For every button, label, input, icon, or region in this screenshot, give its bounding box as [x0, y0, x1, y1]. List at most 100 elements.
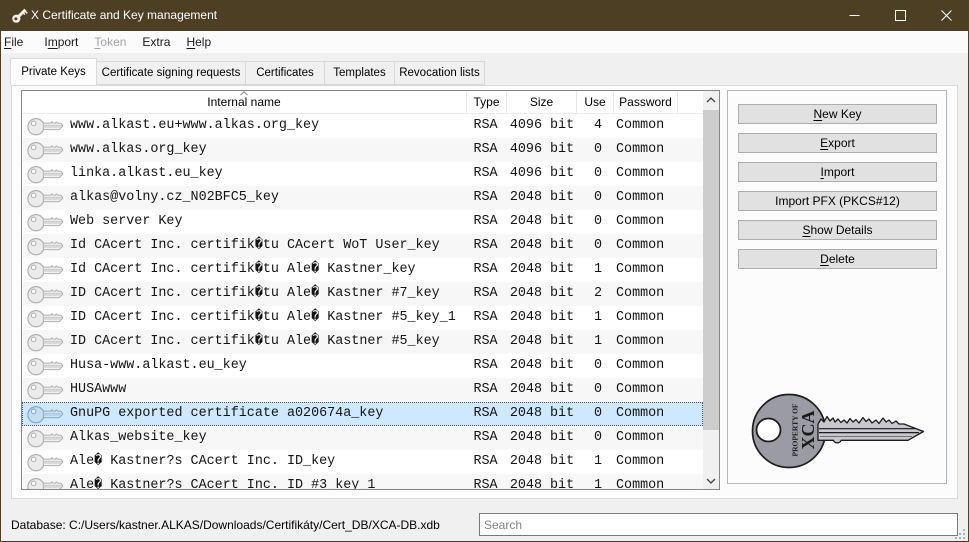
key-name: GnuPG exported certificate a020674a_key — [70, 402, 383, 426]
scroll-up-button[interactable] — [703, 91, 719, 108]
key-password: Common — [614, 330, 678, 354]
column-header-type[interactable]: Type — [467, 91, 507, 113]
key-type: RSA — [467, 162, 507, 186]
search-input[interactable] — [479, 513, 958, 536]
key-password: Common — [614, 402, 678, 426]
key-row[interactable]: Id CAcert Inc. certifik�tu CAcert WoT Us… — [22, 234, 703, 258]
key-row[interactable]: Web server Key RSA 2048 bit 0 Common — [22, 210, 703, 234]
key-type: RSA — [467, 426, 507, 450]
key-type: RSA — [467, 186, 507, 210]
key-name-cell: www.alkast.eu+www.alkas.org_key — [22, 114, 467, 138]
key-row[interactable]: HUSAwww RSA 2048 bit 0 Common — [22, 378, 703, 402]
tab-templates[interactable]: Templates — [324, 61, 395, 85]
key-icon — [26, 332, 64, 352]
tab-revocation-lists[interactable]: Revocation lists — [394, 61, 485, 85]
menu-file[interactable]: File — [1, 31, 36, 53]
key-use-count: 1 — [577, 330, 614, 354]
table-header: Internal name Type Size Use Password — [22, 91, 703, 114]
key-use-count: 0 — [577, 378, 614, 402]
key-row[interactable]: alkas@volny.cz_N02BFC5_key RSA 2048 bit … — [22, 186, 703, 210]
key-name: Ale� Kastner?s CAcert Inc. ID #3_key_1 — [70, 474, 375, 489]
minimize-button[interactable] — [831, 0, 877, 31]
vertical-scrollbar[interactable] — [703, 91, 719, 489]
key-name-cell: Husa-www.alkast.eu_key — [22, 354, 467, 378]
status-bar: Database: C:/Users/kastner.ALKAS/Downloa… — [1, 507, 968, 541]
private-keys-table: Internal name Type Size Use Password www… — [21, 90, 720, 490]
column-header-size[interactable]: Size — [507, 91, 577, 113]
key-size: 2048 bit — [507, 426, 577, 450]
delete-button[interactable]: Delete — [738, 249, 937, 269]
key-use-count: 0 — [577, 186, 614, 210]
maximize-icon — [895, 10, 906, 21]
key-row[interactable]: ID CAcert Inc. certifik�tu Ale� Kastner … — [22, 330, 703, 354]
key-type: RSA — [467, 402, 507, 426]
key-size: 2048 bit — [507, 450, 577, 474]
key-name: Id CAcert Inc. certifik�tu Ale� Kastner_… — [70, 258, 416, 282]
column-header-internal-name[interactable]: Internal name — [22, 91, 467, 113]
key-name-cell: Ale� Kastner?s CAcert Inc. ID_key — [22, 450, 467, 474]
key-password: Common — [614, 210, 678, 234]
key-row[interactable]: Ale� Kastner?s CAcert Inc. ID #3_key_1 R… — [22, 474, 703, 489]
import-pfx-button[interactable]: Import PFX (PKCS#12) — [738, 191, 937, 211]
key-type: RSA — [467, 210, 507, 234]
app-key-icon — [10, 6, 29, 25]
key-use-count: 0 — [577, 162, 614, 186]
tab-private-keys[interactable]: Private Keys — [10, 58, 97, 85]
key-type: RSA — [467, 306, 507, 330]
key-row[interactable]: www.alkast.eu+www.alkas.org_key RSA 4096… — [22, 114, 703, 138]
minimize-icon — [849, 10, 860, 21]
key-name-cell: Alkas_website_key — [22, 426, 467, 450]
key-name: Web server Key — [70, 210, 183, 234]
key-row[interactable]: Husa-www.alkast.eu_key RSA 2048 bit 0 Co… — [22, 354, 703, 378]
key-size: 4096 bit — [507, 162, 577, 186]
key-use-count: 2 — [577, 282, 614, 306]
key-row[interactable]: linka.alkast.eu_key RSA 4096 bit 0 Commo… — [22, 162, 703, 186]
key-row[interactable]: www.alkas.org_key RSA 4096 bit 0 Common — [22, 138, 703, 162]
key-size: 2048 bit — [507, 402, 577, 426]
menu-help[interactable]: Help — [178, 31, 219, 53]
key-icon — [26, 212, 64, 232]
sort-ascending-icon — [240, 91, 249, 96]
key-row[interactable]: ID CAcert Inc. certifik�tu Ale� Kastner … — [22, 282, 703, 306]
tab-certificates[interactable]: Certificates — [245, 61, 325, 85]
import-button[interactable]: Import — [738, 162, 937, 182]
column-header-use[interactable]: Use — [577, 91, 614, 113]
key-use-count: 1 — [577, 258, 614, 282]
tab-label: Certificate signing requests — [102, 67, 241, 79]
key-password: Common — [614, 306, 678, 330]
key-size: 2048 bit — [507, 306, 577, 330]
actions-panel: New Key Export Import Import PFX (PKCS#1… — [727, 90, 947, 484]
key-size: 4096 bit — [507, 114, 577, 138]
maximize-button[interactable] — [877, 0, 923, 31]
key-icon — [26, 116, 64, 136]
menu-token[interactable]: Token — [86, 31, 134, 53]
key-type: RSA — [467, 282, 507, 306]
tab-certificate-signing-requests[interactable]: Certificate signing requests — [96, 61, 246, 85]
scrollbar-thumb[interactable] — [703, 110, 719, 430]
key-name: Alkas_website_key — [70, 426, 207, 450]
key-icon — [26, 140, 64, 160]
key-icon — [26, 164, 64, 184]
resize-grip[interactable] — [954, 528, 966, 540]
key-icon — [26, 356, 64, 376]
key-row[interactable]: Alkas_website_key RSA 2048 bit 0 Common — [22, 426, 703, 450]
key-icon — [26, 404, 64, 424]
tab-label: Certificates — [256, 67, 314, 79]
key-row[interactable]: ID CAcert Inc. certifik�tu Ale� Kastner … — [22, 306, 703, 330]
key-name-cell: Id CAcert Inc. certifik�tu CAcert WoT Us… — [22, 234, 467, 258]
column-header-password[interactable]: Password — [614, 91, 678, 113]
scroll-down-button[interactable] — [703, 472, 719, 489]
menu-import[interactable]: Import — [36, 31, 86, 53]
key-row[interactable]: Ale� Kastner?s CAcert Inc. ID_key RSA 20… — [22, 450, 703, 474]
key-icon — [26, 452, 64, 472]
new-key-button[interactable]: New Key — [738, 104, 937, 124]
key-row[interactable]: GnuPG exported certificate a020674a_key … — [22, 402, 703, 426]
export-button[interactable]: Export — [738, 133, 937, 153]
menu-extra[interactable]: Extra — [134, 31, 178, 53]
tab-label: Revocation lists — [399, 67, 480, 79]
key-row[interactable]: Id CAcert Inc. certifik�tu Ale� Kastner_… — [22, 258, 703, 282]
key-name-cell: Ale� Kastner?s CAcert Inc. ID #3_key_1 — [22, 474, 467, 489]
show-details-button[interactable]: Show Details — [738, 220, 937, 240]
close-button[interactable] — [923, 0, 969, 31]
key-password: Common — [614, 114, 678, 138]
